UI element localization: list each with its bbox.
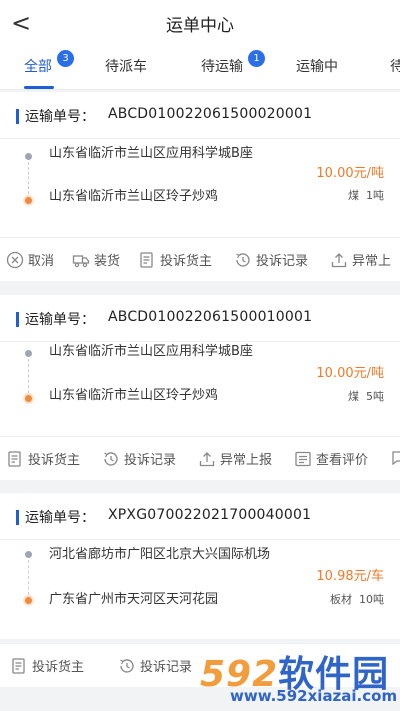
tab-in-transit[interactable]: 运输中 — [296, 56, 338, 76]
chat-bubble-icon — [390, 449, 400, 467]
accent-bar — [16, 312, 19, 327]
order-card[interactable]: 运输单号： XPXG070022021700040001 河北省廊坊市广阳区北京… — [0, 493, 400, 639]
destination-address: 广东省广州市天河区天河花园 — [49, 592, 219, 607]
complaint-record-button[interactable]: 投诉记录 — [234, 250, 308, 270]
order-number-row: 运输单号： XPXG070022021700040001 — [16, 507, 400, 527]
history-clock-icon — [234, 251, 252, 269]
complaint-doc-icon — [6, 450, 24, 468]
origin-dot-icon — [25, 551, 32, 558]
destination-dot-icon — [25, 197, 32, 204]
accent-bar — [16, 109, 19, 124]
tab-pending-dispatch[interactable]: 待派车 — [105, 56, 147, 76]
destination-dot-icon — [25, 395, 32, 402]
site-watermark-logo: 592软件园 www.592xiazai.com — [200, 645, 398, 707]
freight-price: 10.00元/吨 — [316, 366, 384, 381]
tab-pending-transport[interactable]: 待运输 — [201, 56, 243, 76]
nav-header: < 运单中心 — [0, 0, 400, 46]
upload-icon — [198, 450, 216, 468]
destination-address: 山东省临沂市兰山区玲子炒鸡 — [49, 388, 219, 403]
order-number-label: 运输单号： — [25, 109, 95, 125]
order-number: XPXG070022021700040001 — [108, 507, 312, 523]
route-line — [28, 560, 29, 595]
complaint-doc-icon — [138, 251, 156, 269]
origin-address: 河北省廊坊市广阳区北京大兴国际机场 — [49, 547, 271, 562]
tab-more[interactable]: 待 — [390, 56, 400, 76]
order-number: ABCD010022061500020001 — [108, 106, 313, 122]
complaint-doc-icon — [10, 657, 28, 675]
truck-icon — [72, 251, 90, 269]
report-exception-button[interactable]: 异常上报 — [198, 449, 272, 469]
cargo-weight: 5吨 — [366, 390, 384, 403]
cancel-circle-icon — [6, 251, 24, 269]
review-list-icon — [294, 450, 312, 468]
order-number-row: 运输单号： ABCD010022061500020001 — [16, 106, 400, 126]
cargo-info: 煤 5吨 — [341, 388, 384, 404]
watermark-url: www.592xiazai.com — [230, 687, 398, 705]
origin-address: 山东省临沂市兰山区应用科学城B座 — [49, 146, 253, 161]
cargo-type: 煤 — [348, 390, 359, 403]
history-clock-icon — [102, 450, 120, 468]
history-clock-icon — [118, 657, 136, 675]
complain-shipper-button[interactable]: 投诉货主 — [138, 250, 212, 270]
more-actions-icon[interactable] — [390, 449, 400, 469]
cargo-info: 板材 10吨 — [323, 591, 384, 607]
divider — [0, 138, 400, 139]
divider — [0, 539, 400, 540]
complain-shipper-button[interactable]: 投诉货主 — [6, 449, 80, 469]
order-number: ABCD010022061500010001 — [108, 309, 313, 325]
order-number-row: 运输单号： ABCD010022061500010001 — [16, 309, 400, 329]
cargo-type: 煤 — [348, 189, 359, 202]
status-tabs: 全部 3 待派车 待运输 1 运输中 待 — [0, 46, 400, 90]
freight-price: 10.98元/车 — [316, 569, 384, 584]
tab-pending-transport-badge: 1 — [248, 50, 265, 67]
origin-dot-icon — [25, 153, 32, 160]
accent-bar — [16, 510, 19, 525]
route-line — [28, 162, 29, 194]
origin-dot-icon — [25, 350, 32, 357]
destination-address: 山东省临沂市兰山区玲子炒鸡 — [49, 189, 219, 204]
origin-address: 山东省临沂市兰山区应用科学城B座 — [49, 344, 253, 359]
cancel-button[interactable]: 取消 — [6, 250, 54, 270]
upload-icon — [330, 251, 348, 269]
order-card[interactable]: 运输单号： ABCD010022061500020001 山东省临沂市兰山区应用… — [0, 92, 400, 237]
order-actions: 投诉货主 投诉记录 异常上报 查看评价 — [0, 436, 400, 480]
cargo-weight: 1吨 — [366, 189, 384, 202]
active-tab-indicator — [24, 86, 54, 89]
tab-all-badge: 3 — [57, 50, 74, 67]
page-title: 运单中心 — [166, 16, 234, 36]
load-button[interactable]: 装货 — [72, 250, 120, 270]
order-card[interactable]: 运输单号： ABCD010022061500010001 山东省临沂市兰山区应用… — [0, 295, 400, 436]
view-review-button[interactable]: 查看评价 — [294, 449, 368, 469]
freight-price: 10.00元/吨 — [316, 166, 384, 181]
order-number-label: 运输单号： — [25, 312, 95, 328]
cargo-weight: 10吨 — [359, 593, 384, 606]
cargo-info: 煤 1吨 — [341, 187, 384, 203]
order-number-label: 运输单号： — [25, 510, 95, 526]
report-exception-button[interactable]: 异常上 — [330, 250, 391, 270]
destination-dot-icon — [25, 597, 32, 604]
tab-all[interactable]: 全部 — [24, 56, 52, 76]
complain-shipper-button[interactable]: 投诉货主 — [10, 656, 84, 676]
route-line — [28, 359, 29, 393]
complaint-record-button[interactable]: 投诉记录 — [118, 656, 192, 676]
complaint-record-button[interactable]: 投诉记录 — [102, 449, 176, 469]
order-actions: 取消 装货 投诉货主 投诉记录 异常上 — [0, 237, 400, 281]
cargo-type: 板材 — [330, 593, 352, 606]
